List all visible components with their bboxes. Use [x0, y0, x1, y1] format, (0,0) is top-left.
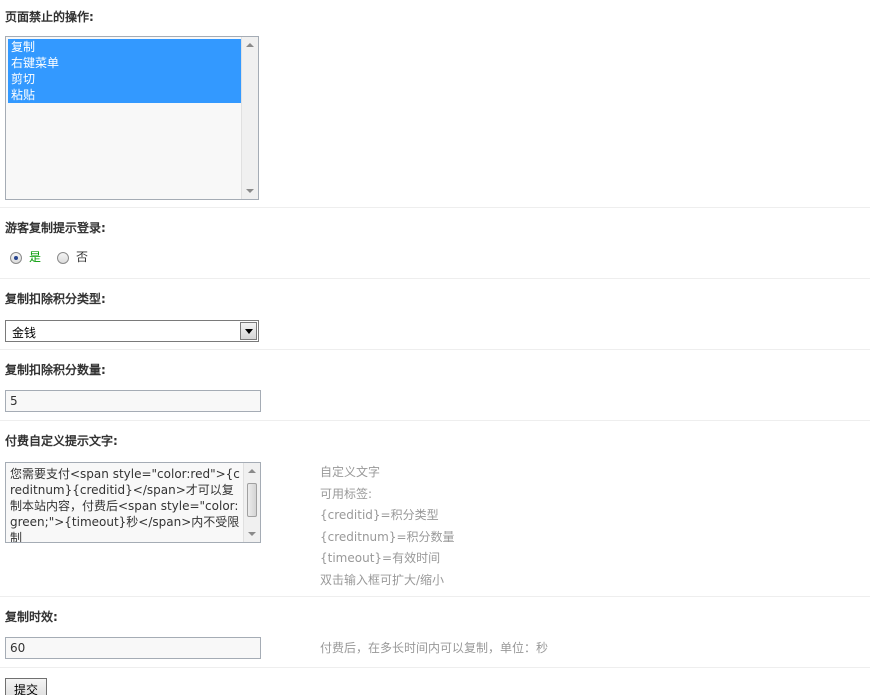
custom-text-content: 您需要支付<span style="color:red">{creditnum}…	[10, 467, 240, 543]
radio-no[interactable]	[57, 252, 69, 264]
divider	[0, 420, 870, 421]
hint-line: {creditnum}=积分数量	[320, 529, 455, 544]
scroll-thumb[interactable]	[247, 483, 257, 517]
custom-text-hints: 自定义文字 可用标签: {creditid}=积分类型 {creditnum}=…	[320, 462, 455, 591]
custom-text-textarea[interactable]: 您需要支付<span style="color:red">{creditnum}…	[5, 462, 261, 543]
hint-line: {creditid}=积分类型	[320, 508, 439, 522]
forbidden-ops-label: 页面禁止的操作:	[5, 10, 94, 24]
option-paste[interactable]: 粘贴	[8, 87, 241, 103]
radio-no-label[interactable]: 否	[76, 250, 88, 264]
textarea-scrollbar[interactable]	[243, 463, 260, 542]
scroll-down-icon[interactable]	[248, 532, 256, 536]
timeout-input[interactable]	[5, 637, 261, 659]
credit-type-select[interactable]: 金钱	[5, 320, 259, 342]
option-cut[interactable]: 剪切	[8, 71, 241, 87]
credit-type-value: 金钱	[12, 326, 37, 340]
option-copy[interactable]: 复制	[8, 39, 241, 55]
divider	[0, 596, 870, 597]
listbox-scrollbar[interactable]	[241, 37, 258, 199]
custom-text-label: 付费自定义提示文字:	[5, 434, 118, 448]
scroll-down-icon[interactable]	[246, 189, 254, 193]
divider	[0, 207, 870, 208]
radio-yes-label[interactable]: 是	[29, 250, 41, 264]
scroll-up-icon[interactable]	[248, 469, 256, 473]
divider	[0, 278, 870, 279]
divider	[0, 667, 870, 668]
scroll-up-icon[interactable]	[246, 43, 254, 47]
forbidden-ops-listbox[interactable]: 复制 右键菜单 剪切 粘贴	[5, 36, 259, 200]
hint-line: 可用标签:	[320, 486, 373, 501]
hint-line: 自定义文字	[320, 465, 381, 479]
chevron-down-icon[interactable]	[240, 322, 257, 340]
hint-line: 双击输入框可扩大/缩小	[320, 572, 445, 587]
settings-form: 页面禁止的操作: 复制 右键菜单 剪切 粘贴 游客复制提示登录: 是 否 复制扣…	[0, 0, 870, 695]
hint-line: {timeout}=有效时间	[320, 551, 441, 565]
divider	[0, 349, 870, 350]
timeout-label: 复制时效:	[5, 610, 58, 624]
credit-amount-label: 复制扣除积分数量:	[5, 363, 106, 377]
radio-yes[interactable]	[10, 252, 22, 264]
credit-type-label: 复制扣除积分类型:	[5, 292, 106, 306]
timeout-hint: 付费后，在多长时间内可以复制，单位：秒	[320, 641, 549, 655]
credit-amount-input[interactable]	[5, 390, 261, 412]
submit-button[interactable]: 提交	[5, 678, 47, 695]
option-context-menu[interactable]: 右键菜单	[8, 55, 241, 71]
guest-login-label: 游客复制提示登录:	[5, 221, 106, 235]
